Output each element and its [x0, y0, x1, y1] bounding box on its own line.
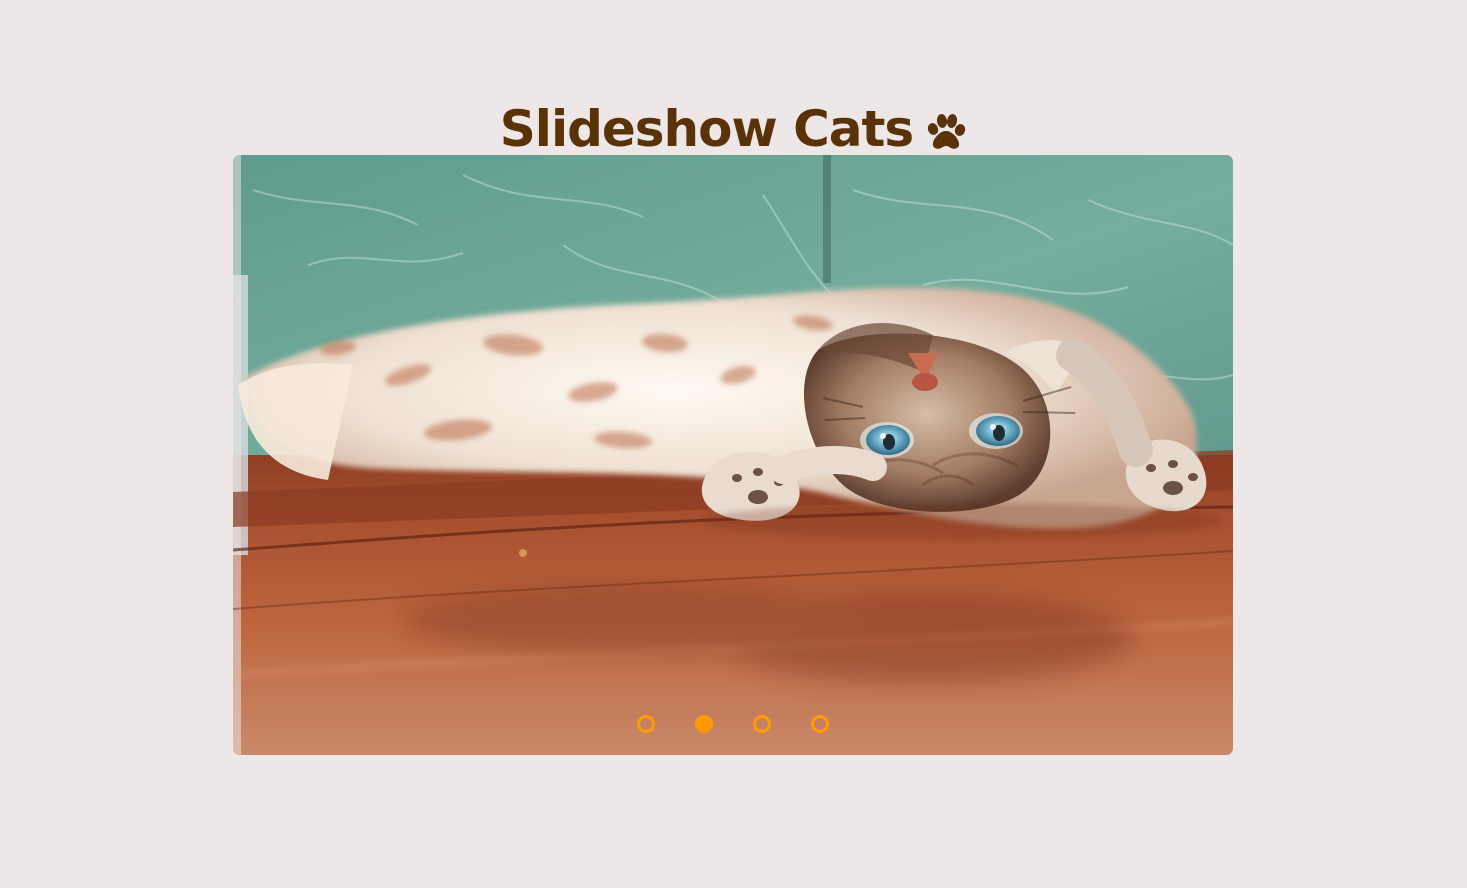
slideshow-page: Slideshow Cats [0, 0, 1467, 888]
cat-slide-image [233, 155, 1233, 755]
slideshow-dots [233, 715, 1233, 733]
slideshow [233, 155, 1233, 755]
slide-dot-4[interactable] [811, 715, 829, 733]
slide-dot-2-active[interactable] [695, 715, 713, 733]
slide-dot-3[interactable] [753, 715, 771, 733]
page-title: Slideshow Cats [0, 100, 1467, 162]
slide-dot-1[interactable] [637, 715, 655, 733]
page-title-text: Slideshow Cats [499, 99, 914, 158]
paw-icon [928, 113, 966, 149]
